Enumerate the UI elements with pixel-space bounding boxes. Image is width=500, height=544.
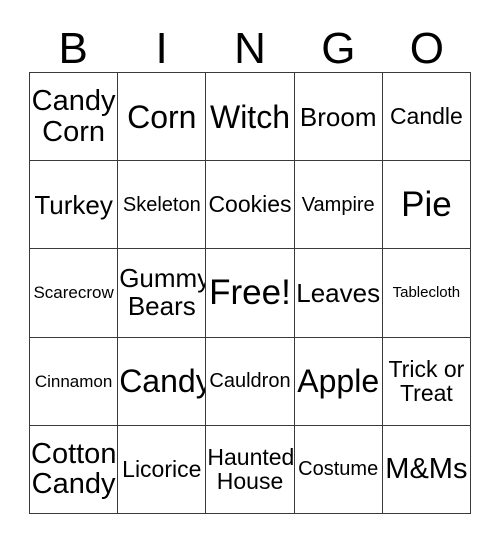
- bingo-header-row: B I N G O: [29, 16, 471, 72]
- bingo-cell[interactable]: Cauldron: [206, 337, 295, 426]
- bingo-cell[interactable]: Scarecrow: [30, 249, 119, 338]
- bingo-cell-label: Gummy Bears: [119, 263, 207, 321]
- bingo-cell[interactable]: Candy: [118, 337, 207, 426]
- bingo-cell-label: Broom: [299, 101, 377, 132]
- bingo-cell-label: Trick or Treat: [388, 355, 465, 407]
- bingo-cell[interactable]: Cookies: [206, 161, 295, 250]
- bingo-cell-label: Apple: [297, 363, 380, 400]
- bingo-cell-label: Witch: [209, 98, 290, 135]
- bingo-cell[interactable]: Apple: [294, 337, 383, 426]
- bingo-cell-label: Candy: [119, 363, 207, 400]
- header-letter-o: O: [409, 24, 444, 73]
- bingo-cell-label: Cauldron: [209, 370, 291, 393]
- header-letter-n: N: [234, 24, 266, 73]
- bingo-cell-label: M&Ms: [385, 452, 468, 485]
- bingo-cell-label: Cookies: [208, 191, 292, 218]
- bingo-cell[interactable]: Pie: [382, 161, 471, 250]
- bingo-cell[interactable]: Gummy Bears: [118, 249, 207, 338]
- bingo-cell[interactable]: Candy Corn: [30, 73, 119, 162]
- bingo-cell-label: Cinnamon: [34, 371, 113, 391]
- bingo-cell-label: Corn: [127, 98, 197, 135]
- bingo-cell-label: Tablecloth: [392, 284, 461, 302]
- bingo-cell[interactable]: Skeleton: [118, 161, 207, 250]
- bingo-cell-label: Leaves: [296, 277, 381, 308]
- bingo-cell-label: Candy Corn: [31, 84, 116, 148]
- bingo-cell-label: Turkey: [34, 189, 113, 220]
- bingo-cell[interactable]: Witch: [206, 73, 295, 162]
- bingo-cell-label: Cotton Candy: [31, 437, 117, 501]
- bingo-cell[interactable]: Tablecloth: [382, 249, 471, 338]
- bingo-cell[interactable]: Trick or Treat: [382, 337, 471, 426]
- bingo-cell[interactable]: M&Ms: [382, 425, 471, 514]
- bingo-cell-label: Vampire: [301, 193, 375, 216]
- bingo-cell-label: Skeleton: [122, 193, 201, 216]
- bingo-cell[interactable]: Licorice: [118, 425, 207, 514]
- bingo-cell-label: Haunted House: [207, 444, 295, 495]
- bingo-cell[interactable]: Vampire: [294, 161, 383, 250]
- bingo-cell[interactable]: Haunted House: [206, 425, 295, 514]
- bingo-cell-label: Free!: [209, 273, 291, 313]
- bingo-cell[interactable]: Candle: [382, 73, 471, 162]
- bingo-grid: Candy Corn Corn Witch Broom Candle Turkey Skel…: [29, 72, 471, 514]
- bingo-cell-label: Pie: [401, 185, 452, 225]
- bingo-cell-label: Costume: [298, 458, 379, 481]
- header-letter-b: B: [58, 24, 88, 73]
- bingo-cell-free[interactable]: Free!: [206, 249, 295, 338]
- bingo-cell[interactable]: Costume: [294, 425, 383, 514]
- bingo-cell[interactable]: Corn: [118, 73, 207, 162]
- bingo-cell-label: Candle: [389, 103, 463, 130]
- bingo-cell[interactable]: Cotton Candy: [30, 425, 119, 514]
- bingo-cell[interactable]: Broom: [294, 73, 383, 162]
- bingo-cell-label: Licorice: [122, 455, 202, 482]
- bingo-card: B I N G O Candy Corn Corn Witch Broom Candle…: [0, 0, 500, 544]
- bingo-cell-label: Scarecrow: [33, 283, 114, 303]
- header-letter-i: I: [155, 24, 168, 73]
- bingo-cell[interactable]: Cinnamon: [30, 337, 119, 426]
- bingo-cell[interactable]: Turkey: [30, 161, 119, 250]
- header-letter-g: G: [321, 24, 356, 73]
- bingo-cell[interactable]: Leaves: [294, 249, 383, 338]
